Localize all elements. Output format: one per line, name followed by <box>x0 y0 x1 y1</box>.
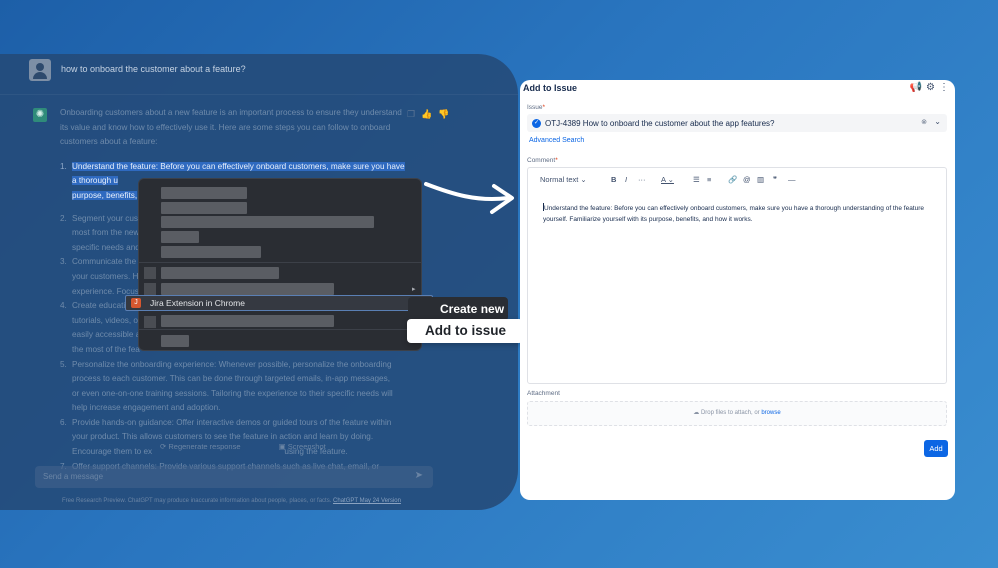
more-formatting-icon[interactable]: ··· <box>638 175 646 184</box>
attachment-label: Attachment <box>527 390 560 397</box>
comment-text[interactable]: Understand the feature: Before you can e… <box>543 203 935 225</box>
quote-icon[interactable]: ❞ <box>773 175 777 184</box>
user-avatar-icon <box>29 59 51 81</box>
send-icon[interactable]: ➤ <box>415 470 423 481</box>
user-message-row: how to onboard the customer about a feat… <box>0 54 518 94</box>
check-circle-icon: ✓ <box>532 119 541 128</box>
megaphone-icon[interactable]: 📢 <box>910 82 922 93</box>
menu-item[interactable] <box>161 187 247 199</box>
layout-icon[interactable]: ▥ <box>757 175 764 184</box>
list-item: 6. Provide hands-on guidance: Offer inte… <box>60 417 392 457</box>
menu-item-icon <box>144 316 156 328</box>
advanced-search-link[interactable]: Advanced Search <box>529 137 584 144</box>
message-input[interactable]: Send a message ➤ <box>35 466 433 488</box>
footnote: Free Research Preview. ChatGPT may produ… <box>62 498 401 504</box>
browse-link[interactable]: browse <box>761 410 780 416</box>
version-link[interactable]: ChatGPT May 24 Version <box>333 498 401 504</box>
gear-icon[interactable]: ⚙ <box>926 82 935 93</box>
chevron-down-icon[interactable]: ⌄ <box>934 117 941 126</box>
attachment-dropzone[interactable]: ☁ Drop files to attach, or browse <box>527 401 947 426</box>
thumbs-up-icon[interactable]: 👍 <box>421 109 438 119</box>
menu-item[interactable] <box>161 315 334 327</box>
submenu-arrow-icon: ▸ <box>412 286 416 293</box>
panel-title: Add to Issue <box>523 83 578 93</box>
issue-select[interactable]: ✓ OTJ-4389 How to onboard the customer a… <box>527 114 947 132</box>
menu-item[interactable] <box>161 335 189 347</box>
divider-icon[interactable]: — <box>788 175 796 184</box>
list-item: 5. Personalize the onboarding experience… <box>60 359 393 413</box>
regenerate-button[interactable]: ⟳ Regenerate response <box>160 442 259 451</box>
bold-icon[interactable]: B <box>611 175 616 184</box>
cloud-upload-icon: ☁ <box>693 410 700 416</box>
issue-label: Issue* <box>527 104 546 111</box>
screenshot-button[interactable]: ▣ Screenshot <box>279 442 344 451</box>
pointer-arrow-icon <box>424 182 514 214</box>
comment-label: Comment* <box>527 157 558 164</box>
add-to-issue-panel: Add to Issue 📢 ⚙ ⋮ Issue* ✓ OTJ-4389 How t… <box>520 80 955 500</box>
menu-item[interactable] <box>161 246 261 258</box>
assistant-avatar-icon: ✺ <box>33 108 47 122</box>
jira-extension-icon: J <box>131 298 141 308</box>
message-placeholder: Send a message <box>43 472 104 481</box>
menu-item[interactable] <box>161 283 334 295</box>
mention-icon[interactable]: @ <box>743 175 751 184</box>
user-question: how to onboard the customer about a feat… <box>61 64 246 74</box>
menu-item[interactable] <box>161 267 279 279</box>
text-style-dropdown[interactable]: Normal text ⌄ <box>540 175 587 184</box>
bullet-list-icon[interactable]: ☰ <box>693 175 700 184</box>
text-color-icon[interactable]: A ⌄ <box>661 175 674 184</box>
issue-value: OTJ-4389 How to onboard the customer abo… <box>545 119 775 128</box>
numbered-list-icon[interactable]: ≡ <box>707 175 711 184</box>
menu-item-jira-extension[interactable]: J Jira Extension in Chrome ▸ <box>125 295 433 311</box>
add-to-issue-menu-item[interactable]: Add to issue <box>407 319 523 343</box>
clear-icon[interactable]: ⊗ <box>921 118 927 126</box>
comment-editor[interactable]: Normal text ⌄ B I ··· A ⌄ ☰ ≡ 🔗 @ ▥ ❞ — … <box>527 167 947 384</box>
menu-item[interactable] <box>161 216 374 228</box>
regenerate-bar: ⟳ Regenerate response ▣ Screenshot <box>160 442 362 451</box>
thumbs-down-icon[interactable]: 👎 <box>438 109 455 119</box>
more-icon[interactable]: ⋮ <box>939 82 949 93</box>
menu-separator <box>139 329 421 330</box>
copy-icon[interactable]: ❐ <box>407 109 421 119</box>
italic-icon[interactable]: I <box>625 175 627 184</box>
message-actions: ❐👍👎 <box>407 109 456 120</box>
menu-item[interactable] <box>161 202 247 214</box>
answer-intro: Onboarding customers about a new feature… <box>60 108 402 147</box>
divider <box>0 94 518 95</box>
context-menu: ▸ <box>138 178 422 351</box>
menu-item[interactable] <box>161 231 199 243</box>
menu-item-icon <box>144 267 156 279</box>
add-button[interactable]: Add <box>924 440 948 457</box>
link-icon[interactable]: 🔗 <box>728 175 737 184</box>
menu-item-icon <box>144 283 156 295</box>
panel-actions: 📢 ⚙ ⋮ <box>906 82 949 93</box>
menu-separator <box>139 262 421 263</box>
editor-toolbar: Normal text ⌄ B I ··· A ⌄ ☰ ≡ 🔗 @ ▥ ❞ — <box>528 168 946 190</box>
create-new-menu-item[interactable]: Create new <box>408 297 508 321</box>
